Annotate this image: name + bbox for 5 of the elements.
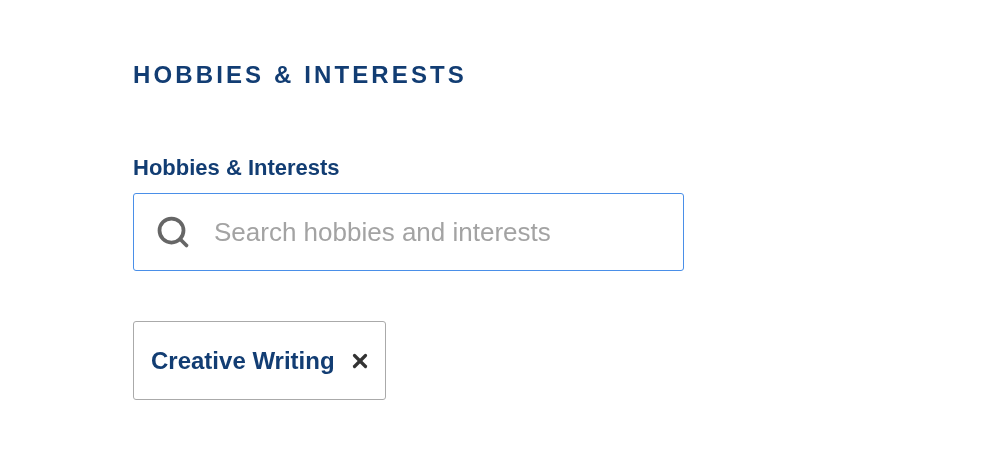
- field-label: Hobbies & Interests: [133, 154, 340, 182]
- tag-label: Creative Writing: [151, 345, 335, 376]
- search-field[interactable]: Search hobbies and interests: [133, 193, 684, 271]
- section-title: HOBBIES & INTERESTS: [133, 60, 467, 90]
- search-icon: [155, 214, 191, 250]
